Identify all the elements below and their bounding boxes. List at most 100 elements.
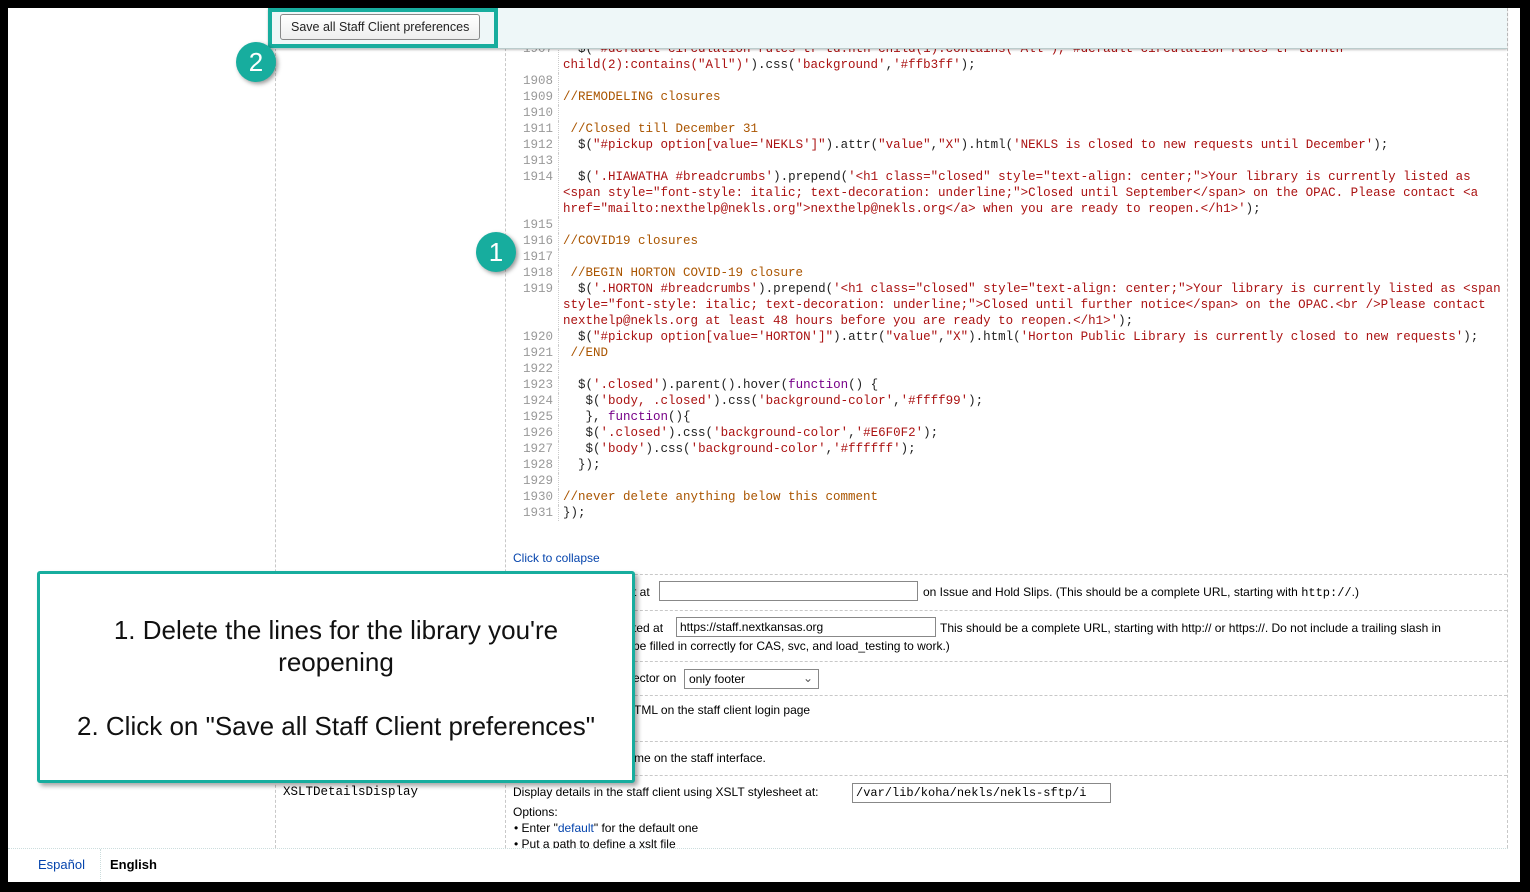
pref-description: This should be a complete URL, starting …: [940, 621, 1441, 635]
preferences-page: Save all Staff Client preferences 1907 $…: [8, 8, 1520, 882]
line-number: 1914: [505, 169, 559, 217]
option-item: • Enter "default" for the default one: [514, 821, 699, 835]
code-text: $(: [563, 170, 594, 184]
language-selector-select[interactable]: only footer ⌄: [684, 669, 819, 689]
column-divider: [1507, 8, 1508, 848]
xslt-path-input[interactable]: [852, 783, 1111, 803]
line-content: $("#pickup option[value='HORTON']").attr…: [563, 329, 1505, 345]
line-number: 1915: [505, 217, 559, 233]
line-content: $('body').css('background-color','#fffff…: [563, 441, 1505, 457]
code-comment: //REMODELING closures: [563, 90, 721, 104]
line-content: $('body, .closed').css('background-color…: [563, 393, 1505, 409]
line-number: 1920: [505, 329, 559, 345]
instruction-callout: 1. Delete the lines for the library you'…: [37, 571, 635, 783]
code-line: 1927 $('body').css('background-color','#…: [505, 441, 1505, 457]
line-content: [563, 361, 1505, 377]
line-number: 1931: [505, 505, 559, 521]
code-string: '.closed': [600, 426, 669, 440]
code-text: ).css(: [645, 442, 691, 456]
code-line: 1918 //BEGIN HORTON COVID-19 closure: [505, 265, 1505, 281]
step-badge-2: 2: [236, 42, 276, 82]
code-text: ,: [848, 426, 856, 440]
code-text: $(: [563, 442, 601, 456]
line-content: $('.HORTON #breadcrumbs').prepend('<h1 c…: [563, 281, 1505, 329]
code-keyword: function: [788, 378, 849, 392]
line-content: [563, 105, 1505, 121]
line-number: 1908: [505, 73, 559, 89]
code-text: ,: [893, 394, 901, 408]
code-string: 'Horton Public Library is currently clos…: [1020, 330, 1464, 344]
code-text: $(: [563, 138, 594, 152]
line-number: 1910: [505, 105, 559, 121]
code-line: 1921 //END: [505, 345, 1505, 361]
code-text: ).css(: [750, 58, 796, 72]
code-comment: //BEGIN HORTON COVID-19 closure: [563, 266, 804, 280]
code-line: 1923 $('.closed').parent().hover(functio…: [505, 377, 1505, 393]
row-divider: [505, 610, 1507, 611]
line-number: 1928: [505, 457, 559, 473]
default-link[interactable]: default: [558, 821, 594, 835]
code-string: '.HORTON #breadcrumbs': [593, 282, 759, 296]
code-line: 1911 //Closed till December 31: [505, 121, 1505, 137]
code-string: 'NEKLS is closed to new requests until D…: [1013, 138, 1374, 152]
code-line: 1910: [505, 105, 1505, 121]
pref-code: http://: [1301, 586, 1352, 600]
code-string: "X": [938, 138, 961, 152]
code-string: 'background-color': [690, 442, 826, 456]
staff-client-url-input[interactable]: [676, 617, 936, 637]
collapse-link[interactable]: Click to collapse: [513, 551, 600, 565]
line-number: 1913: [505, 153, 559, 169]
code-text: $(: [563, 282, 594, 296]
code-string: "value": [878, 138, 931, 152]
code-string: 'body': [600, 442, 646, 456]
line-number: 1926: [505, 425, 559, 441]
language-espanol[interactable]: Español: [38, 857, 85, 872]
pref-url-input[interactable]: [659, 581, 918, 601]
code-editor[interactable]: 1907 $('#default-circulation-rules tr td…: [505, 41, 1505, 521]
pref-name: XSLTDetailsDisplay: [283, 785, 419, 799]
code-line: 1925 }, function(){: [505, 409, 1505, 425]
code-text: $(: [563, 426, 601, 440]
code-text: ).html(: [960, 138, 1014, 152]
line-content: $('.closed').parent().hover(function() {: [563, 377, 1505, 393]
code-comment: //Closed till December 31: [563, 122, 759, 136]
line-number: 1918: [505, 265, 559, 281]
pref-text: .): [1351, 585, 1359, 599]
line-content: [563, 473, 1505, 489]
pref-text: ted at: [633, 621, 664, 635]
line-content: //COVID19 closures: [563, 233, 1505, 249]
line-content: //Closed till December 31: [563, 121, 1505, 137]
line-number: 1923: [505, 377, 559, 393]
code-line: 1919 $('.HORTON #breadcrumbs').prepend('…: [505, 281, 1505, 329]
code-line: 1917: [505, 249, 1505, 265]
step-badge-1: 1: [476, 232, 516, 272]
pref-text: on Issue and Hold Slips. (This should be…: [923, 585, 1302, 599]
code-line: 1908: [505, 73, 1505, 89]
code-string: '.closed': [593, 378, 661, 392]
code-line: 1912 $("#pickup option[value='NEKLS']").…: [505, 137, 1505, 153]
pref-text: t at: [633, 585, 650, 599]
save-all-preferences-button[interactable]: Save all Staff Client preferences: [280, 14, 481, 40]
code-text: });: [563, 506, 586, 520]
line-content: $("#pickup option[value='NEKLS']").attr(…: [563, 137, 1505, 153]
code-text: $(: [563, 378, 594, 392]
code-text: ).attr(: [833, 330, 886, 344]
line-content: //REMODELING closures: [563, 89, 1505, 105]
options-label: Options:: [513, 805, 558, 819]
row-divider: [505, 741, 1507, 742]
code-text: );: [923, 426, 939, 440]
code-line: 1920 $("#pickup option[value='HORTON']")…: [505, 329, 1505, 345]
line-number: 1909: [505, 89, 559, 105]
code-text: ).prepend(: [773, 170, 849, 184]
code-comment: //never delete anything below this comme…: [563, 490, 879, 504]
code-string: '#ffffff': [833, 442, 901, 456]
collapse-link-wrap: Click to collapse: [513, 551, 600, 565]
save-toolbar: Save all Staff Client preferences: [268, 8, 1507, 49]
code-line: 1915: [505, 217, 1505, 233]
line-number: 1911: [505, 121, 559, 137]
code-text: ).parent().hover(: [660, 378, 789, 392]
pref-description: on Issue and Hold Slips. (This should be…: [923, 585, 1359, 600]
language-english[interactable]: English: [110, 857, 157, 872]
instruction-step-2: 2. Click on "Save all Staff Client prefe…: [76, 711, 595, 741]
row-divider: [505, 695, 1507, 696]
